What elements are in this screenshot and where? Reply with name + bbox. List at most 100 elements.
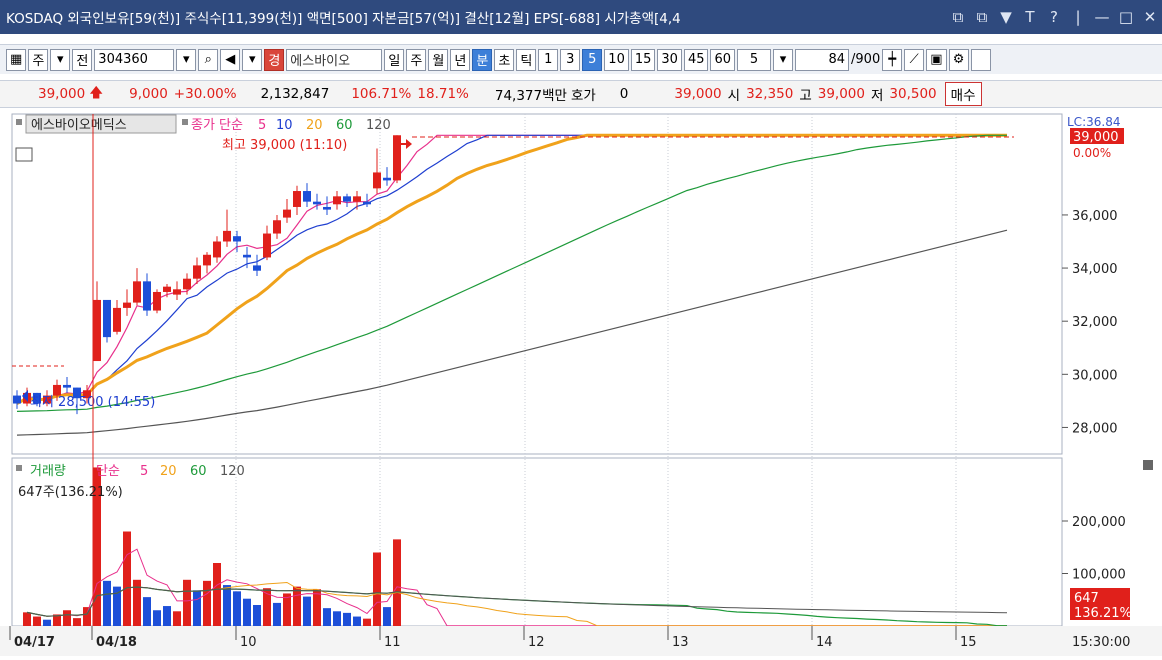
volume-bar [233,591,241,626]
pin-icon[interactable]: ▼ [994,8,1018,26]
help-icon[interactable]: ? [1042,8,1066,26]
window-title: KOSDAQ 외국인보유[59(천)] 주식수[11,399(천)] 액면[50… [6,11,681,27]
ma60-legend: 60 [336,118,353,133]
volume-bar [333,611,341,626]
chart-area: 에스바이오메딕스 종가 단순 5 10 20 60 120 최고 39,000 … [0,110,1162,656]
menu-icon[interactable]: ▦ [6,48,27,71]
candle-body [13,395,21,404]
candle-body [313,201,321,205]
buy-button[interactable]: 매수 [944,82,982,106]
x-tick-label: 11 [384,635,401,650]
volume-bar [33,616,41,626]
candle-body [393,135,401,181]
candle-body [243,254,251,258]
volume-ma5-legend: 5 [140,464,148,479]
x-tick-label: 04/18 [96,635,137,650]
candle-body [373,172,381,189]
hoga-value: 0 [619,86,629,102]
high-label: 고 [799,88,812,104]
volume-bar [323,608,331,626]
volume-bar [343,612,351,626]
volume-bar [163,606,171,626]
volume-bar [73,618,81,626]
volume-bar [383,607,391,626]
interval-30[interactable]: 30 [657,48,682,71]
candle-body [363,201,371,205]
candle-body [123,302,131,308]
interval-input[interactable]: 5 [737,48,772,71]
draw-tool-icon[interactable]: ⟋ [904,48,925,71]
volume-bar [153,610,161,626]
stock-name-field[interactable]: 에스바이오 [286,48,383,71]
period-day[interactable]: 일 [384,48,405,71]
current-pct-badge-text: 0.00% [1073,146,1111,160]
volume-bar [363,618,371,626]
volume-bar [243,598,251,626]
minimize-icon[interactable]: — [1090,8,1114,26]
new-window-icon[interactable]: ⧉ [970,8,994,26]
x-tick-label: 14 [816,635,833,650]
candle-body [213,241,221,258]
period-tick[interactable]: 틱 [516,48,537,71]
candle-body [153,291,161,311]
interval-5[interactable]: 5 [582,48,603,71]
volume-ma60-legend: 60 [190,464,207,479]
volume-current-value: 647주(136.21%) [18,485,123,500]
x-axis-bar [0,626,1162,656]
count-total: /900 [851,52,881,67]
prev-button[interactable]: 전 [72,48,93,71]
count-input[interactable]: 84 [795,48,850,71]
volume-ma120-legend: 120 [220,464,245,479]
price-tick-label: 28,000 [1072,421,1118,436]
candle-body [163,286,171,292]
chevron-down-icon[interactable]: ▾ [773,48,794,71]
volume-bar [143,597,151,626]
x-tick-label: 15 [960,635,977,650]
quote-bar: 39,000 🡅 9,000 +30.00% 2,132,847 106.71%… [0,80,1162,108]
chevron-down-icon[interactable]: ▾ [242,48,263,71]
restore-icon[interactable]: ⧉ [946,8,970,26]
x-axis-time-label: 15:30:00 [1072,635,1130,650]
close-icon[interactable]: ✕ [1138,8,1162,26]
interval-10[interactable]: 10 [604,48,629,71]
table-icon[interactable] [15,147,33,162]
type-selector[interactable]: 주 [28,48,49,71]
maximize-icon[interactable]: □ [1114,8,1138,26]
x-tick-label: 04/17 [14,635,55,650]
candle-body [353,196,361,202]
period-second[interactable]: 초 [494,48,515,71]
volume-tick-label: 100,000 [1072,568,1126,583]
volume-ma20-legend: 20 [160,464,177,479]
speaker-icon[interactable]: ◀ [220,48,241,71]
candle-body [343,196,351,202]
candle-body [103,299,111,338]
interval-15[interactable]: 15 [630,48,656,71]
save-icon[interactable]: ▣ [926,48,947,71]
x-tick-label: 13 [672,635,689,650]
panel-close-icon[interactable] [1143,460,1153,470]
volume-ma-legend: 단순 [96,464,120,479]
volume-bar [253,605,261,626]
checkbox[interactable] [970,48,991,71]
period-week[interactable]: 주 [406,48,427,71]
candle-settings-icon[interactable]: ┿ [882,48,903,71]
font-icon[interactable]: T [1018,8,1042,26]
interval-3[interactable]: 3 [560,48,581,71]
candle-body [133,281,141,303]
interval-1[interactable]: 1 [538,48,559,71]
price-volume-chart: 에스바이오메딕스 종가 단순 5 10 20 60 120 최고 39,000 … [0,113,1162,656]
ma10-legend: 10 [276,118,293,133]
candle-body [143,281,151,311]
chevron-down-icon[interactable]: ▾ [176,48,197,71]
search-icon[interactable]: ⌕ [198,48,219,71]
trade-amount: 74,377백만 [494,88,567,104]
interval-45[interactable]: 45 [683,48,709,71]
price-panel-frame [11,113,1063,455]
period-year[interactable]: 년 [450,48,471,71]
chevron-down-icon[interactable]: ▾ [50,48,71,71]
interval-60[interactable]: 60 [710,48,736,71]
period-month[interactable]: 월 [428,48,449,71]
stock-code-input[interactable]: 304360 [94,48,175,71]
gear-icon[interactable]: ⚙ [948,48,969,71]
period-minute[interactable]: 분 [472,48,493,71]
